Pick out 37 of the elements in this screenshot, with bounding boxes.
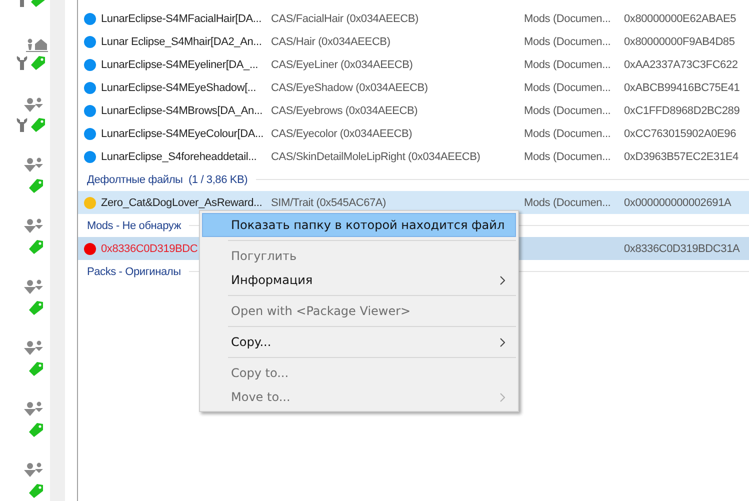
file-name: 0x8336C0D319BDC [101,242,198,254]
file-type: CAS/Eyecolor (0x034AEECB) [271,128,412,140]
file-location: Mods (Documen... [524,12,611,24]
file-id: 0xD3963B57EC2E31E4 [624,150,738,162]
file-type: CAS/EyeShadow (0x034AEECB) [271,82,428,94]
file-location: Mods (Documen... [524,104,611,116]
file-type: CAS/EyeLiner (0x034AEECB) [271,58,413,70]
file-name: Lunar Eclipse_S4Mhair[DA2_An... [101,36,262,48]
file-id: 0x8336C0D319BDC31A [624,242,740,254]
file-name: LunarEclipse_S4foreheaddetail... [101,150,257,162]
group-header: Дефолтные файлы (1 / 3,86 KB) [87,174,248,186]
file-name: LunarEclipse-S4MFacialHair[DA... [101,12,262,24]
file-name: LunarEclipse-S4MEyeShadow[... [101,82,256,94]
file-location: Mods (Documen... [524,128,611,140]
file-id: 0xCC763015902A0E96 [624,128,736,140]
file-id: 0xC1FFD8968D2BC289 [624,104,740,116]
file-name: Zero_Cat&DogLover_AsReward... [101,196,262,208]
file-type: CAS/SkinDetailMoleLipRight (0x034AEECB) [271,150,480,162]
file-id: 0x000000000002691A [624,196,732,208]
file-id: 0x80000000E62ABAE5 [624,12,736,24]
group-header: Packs - Оригиналы [87,266,181,278]
file-id: 0xAA2337A73C3FC622 [624,58,738,70]
file-name: LunarEclipse-S4MBrows[DA_An... [101,104,263,116]
file-id: 0xABCB99416BC75E41 [624,82,740,94]
file-location: Mods (Documen... [524,58,611,70]
file-type: CAS/Hair (0x034AEECB) [271,36,390,48]
file-type: SIM/Trait (0x545AC67A) [271,196,386,208]
file-type: CAS/Eyebrows (0x034AEECB) [271,104,418,116]
file-location: Mods (Documen... [524,196,611,208]
file-name: LunarEclipse-S4MEyeliner[DA_... [101,58,258,70]
file-id: 0x80000000F9AB4D85 [624,36,735,48]
group-header: Mods - Не обнаруж [87,220,181,232]
file-location: Mods (Documen... [524,82,611,94]
file-type: CAS/FacialHair (0x034AEECB) [271,12,418,24]
file-location: Mods (Documen... [524,36,611,48]
file-location: Mods (Documen... [524,150,611,162]
file-name: LunarEclipse-S4MEyeColour[DA... [101,128,264,140]
